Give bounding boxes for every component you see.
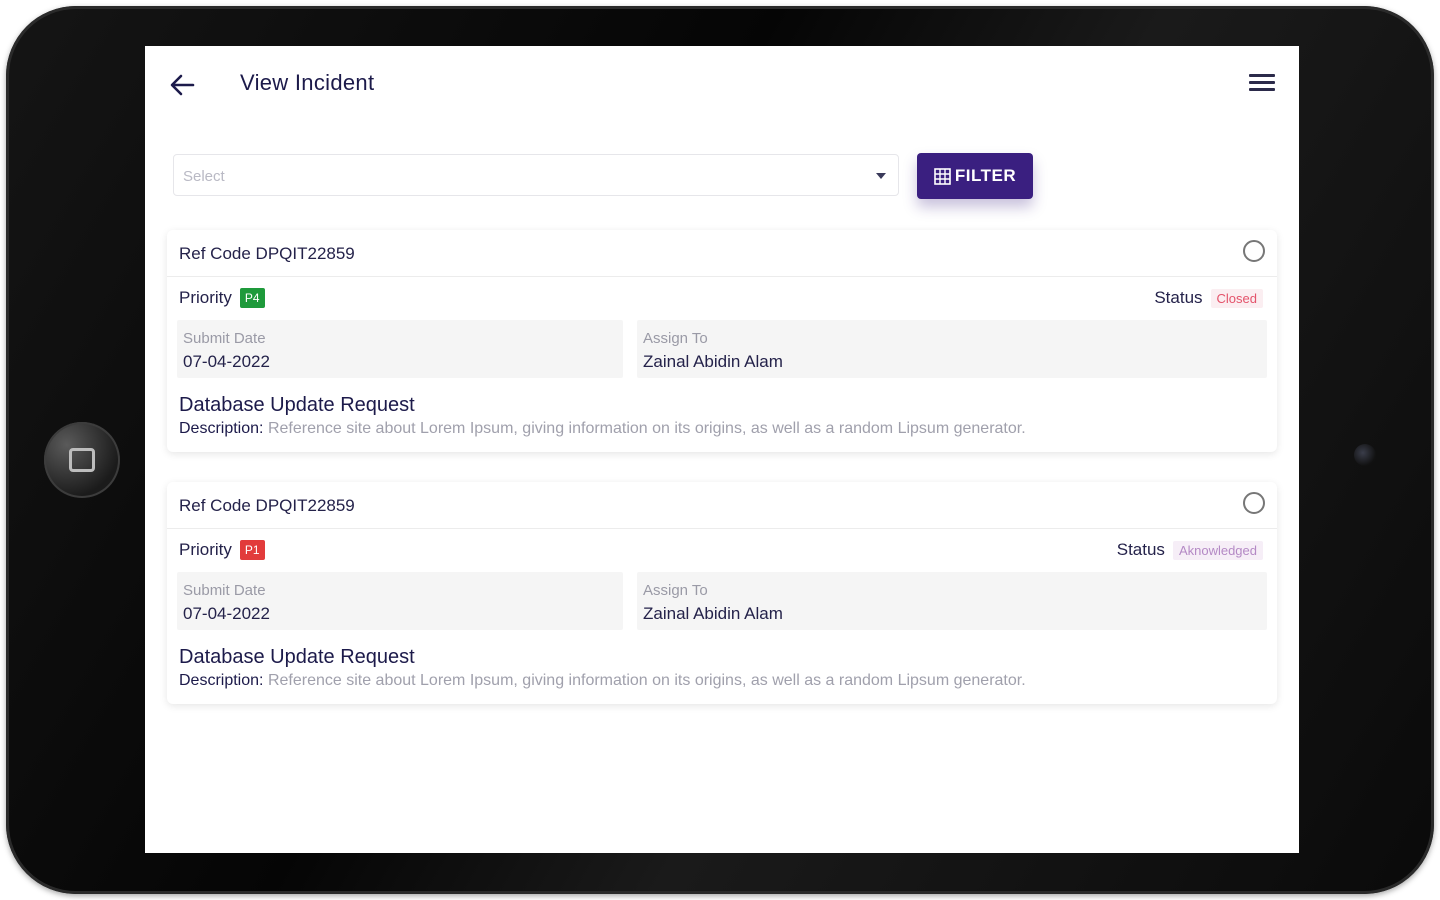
- assign-to-value: Zainal Abidin Alam: [643, 352, 783, 371]
- assign-to-box: Assign To Zainal Abidin Alam: [637, 572, 1267, 630]
- incident-card[interactable]: Ref Code DPQIT22859 Priority P1 Status A…: [167, 482, 1277, 704]
- status-badge: Closed: [1210, 288, 1263, 308]
- home-button[interactable]: [44, 422, 120, 498]
- priority-row: Priority P1: [179, 540, 265, 560]
- submit-date-label: Submit Date: [183, 330, 266, 347]
- filter-icon: [934, 167, 951, 185]
- status-badge: Aknowledged: [1172, 540, 1263, 560]
- ref-code: Ref Code DPQIT22859: [179, 496, 355, 515]
- assign-to-value: Zainal Abidin Alam: [643, 604, 783, 623]
- priority-row: Priority P4: [179, 288, 265, 308]
- description-row: Description: Reference site about Lorem …: [179, 420, 1026, 438]
- select-radio[interactable]: [1243, 492, 1265, 514]
- app-screen: View Incident Select FILTER Ref Code DPQ…: [145, 46, 1299, 853]
- description-row: Description: Reference site about Lorem …: [179, 672, 1026, 690]
- back-arrow-icon[interactable]: [167, 70, 197, 100]
- description-text: Reference site about Lorem Ipsum, giving…: [267, 672, 1026, 689]
- priority-label: Priority: [179, 540, 232, 559]
- assign-to-label: Assign To: [643, 582, 708, 599]
- card-header: Ref Code DPQIT22859: [167, 230, 1277, 277]
- assign-to-label: Assign To: [643, 330, 708, 347]
- status-row: Status Closed: [1154, 288, 1263, 308]
- incident-card[interactable]: Ref Code DPQIT22859 Priority P4 Status C…: [167, 230, 1277, 452]
- status-row: Status Aknowledged: [1117, 540, 1263, 560]
- filter-button[interactable]: FILTER: [917, 153, 1033, 199]
- description-text: Reference site about Lorem Ipsum, giving…: [267, 420, 1026, 437]
- submit-date-value: 07-04-2022: [183, 352, 270, 371]
- ref-code: Ref Code DPQIT22859: [179, 244, 355, 263]
- select-placeholder: Select: [183, 168, 225, 185]
- status-label: Status: [1116, 540, 1165, 559]
- priority-badge: P1: [239, 540, 265, 560]
- submit-date-label: Submit Date: [183, 582, 266, 599]
- caret-down-icon: [876, 173, 886, 179]
- assign-to-box: Assign To Zainal Abidin Alam: [637, 320, 1267, 378]
- camera-lens: [1354, 444, 1376, 466]
- description-label: Description:: [179, 420, 264, 437]
- filter-select[interactable]: Select: [173, 154, 899, 196]
- priority-badge: P4: [239, 288, 265, 308]
- top-bar: View Incident: [145, 46, 1299, 126]
- card-header: Ref Code DPQIT22859: [167, 482, 1277, 529]
- submit-date-value: 07-04-2022: [183, 604, 270, 623]
- status-label: Status: [1154, 288, 1203, 307]
- request-title: Database Update Request: [179, 394, 415, 416]
- submit-date-box: Submit Date 07-04-2022: [177, 320, 623, 378]
- description-label: Description:: [179, 672, 264, 689]
- filter-button-label: FILTER: [954, 166, 1017, 185]
- select-radio[interactable]: [1243, 240, 1265, 262]
- request-title: Database Update Request: [179, 646, 415, 668]
- hamburger-menu-icon[interactable]: [1249, 74, 1275, 94]
- home-square-icon: [69, 448, 95, 472]
- priority-label: Priority: [179, 288, 232, 307]
- submit-date-box: Submit Date 07-04-2022: [177, 572, 623, 630]
- page-title: View Incident: [240, 70, 375, 95]
